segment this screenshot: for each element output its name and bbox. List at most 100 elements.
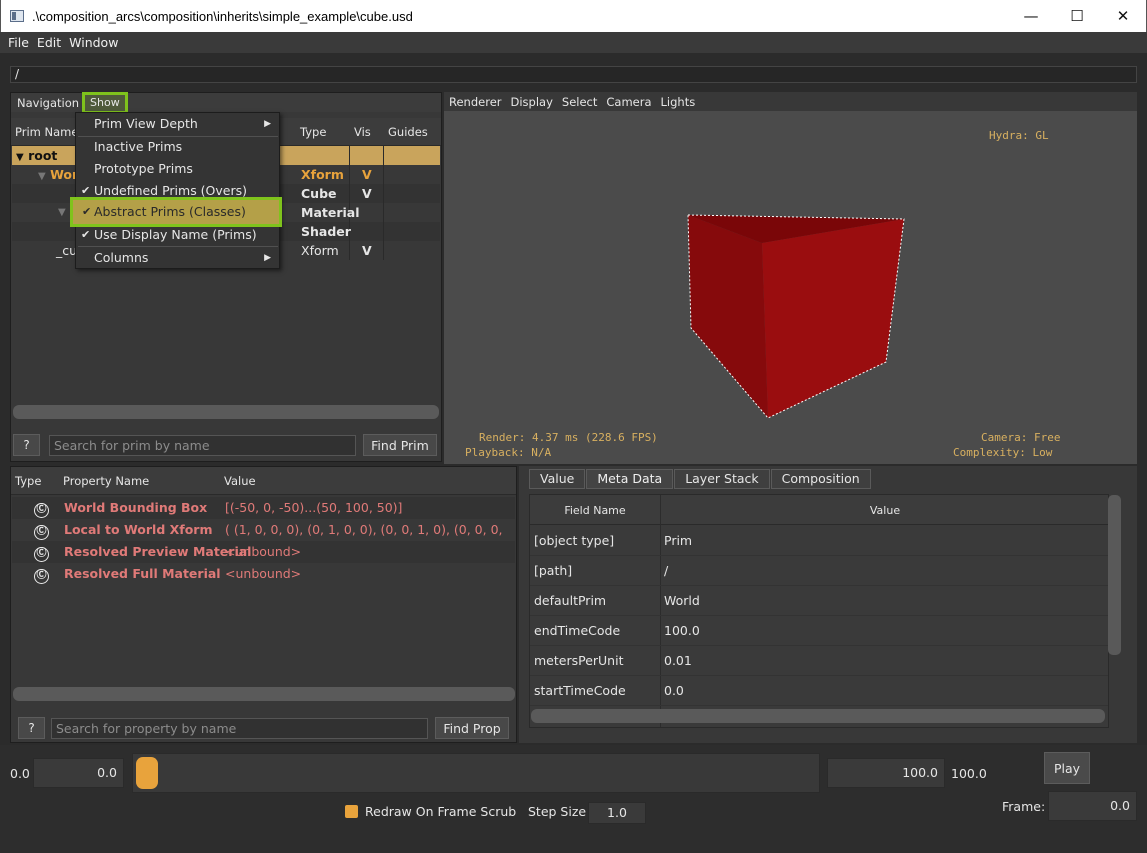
property-row[interactable]: Ⓒ Resolved Preview Material <unbound> (12, 541, 515, 563)
minimize-button[interactable]: — (1008, 0, 1054, 32)
property-search-bar: ? Search for property by name Find Prop (18, 717, 509, 739)
maximize-button[interactable]: ☐ (1054, 0, 1100, 32)
prim-vis[interactable]: V (350, 241, 384, 260)
computed-property-icon: Ⓒ (34, 547, 49, 562)
step-size-label: Step Size (528, 804, 587, 819)
range-start-label: 0.0 (10, 766, 30, 781)
property-panel: Type Property Name Value Ⓒ World Boundin… (10, 466, 517, 743)
prim-search-input[interactable]: Search for prim by name (49, 434, 356, 456)
window-title: .\composition_arcs\composition\inherits\… (32, 8, 413, 24)
metadata-row[interactable]: defaultPrim World (530, 586, 1108, 616)
frame-slider-track[interactable] (132, 753, 820, 793)
metadata-row[interactable]: endTimeCode 100.0 (530, 616, 1108, 646)
redraw-on-scrub-checkbox[interactable] (345, 805, 358, 818)
computed-property-icon: Ⓒ (34, 525, 49, 540)
tab-meta-data[interactable]: Meta Data (586, 469, 674, 489)
checkmark-icon: ✔ (81, 228, 91, 241)
complexity-label: Complexity: Low (953, 446, 1053, 459)
menu-item-abstract-prims[interactable]: ✔ Abstract Prims (Classes) (70, 197, 282, 227)
menu-edit[interactable]: Edit (37, 35, 61, 50)
prim-type: Material (297, 203, 360, 222)
frame-label: Frame: (1002, 799, 1046, 814)
metadata-row[interactable]: metersPerUnit 0.01 (530, 646, 1108, 676)
render-stats-label: Render: 4.37 ms (228.6 FPS) (479, 431, 658, 444)
navigation-menu[interactable]: Navigation (11, 96, 79, 110)
property-scrollbar[interactable] (13, 687, 515, 701)
column-guides[interactable]: Guides (388, 125, 428, 139)
property-search-input[interactable]: Search for property by name (51, 717, 428, 739)
title-bar: .\composition_arcs\composition\inherits\… (0, 0, 1147, 32)
prim-search-bar: ? Search for prim by name Find Prim (13, 433, 441, 457)
prim-type: Xform (297, 165, 350, 184)
prim-vis[interactable]: V (350, 165, 384, 184)
metadata-table-header: Field Name Value (530, 495, 1108, 525)
menu-item-use-display-name[interactable]: ✔ Use Display Name (Prims) (76, 224, 279, 246)
menu-item-columns[interactable]: Columns ▶ (76, 247, 279, 269)
submenu-arrow-icon: ▶ (264, 119, 271, 129)
show-menu-button[interactable]: Show (82, 91, 128, 114)
playback-stats-label: Playback: N/A (465, 446, 552, 459)
camera-mode-label: Camera: Free (981, 431, 1061, 444)
expand-arrow-icon[interactable]: ▼ (16, 152, 24, 163)
play-button[interactable]: Play (1044, 752, 1090, 784)
property-row[interactable]: Ⓒ Resolved Full Material <unbound> (12, 563, 515, 585)
prim-type: Xform (297, 241, 350, 260)
computed-property-icon: Ⓒ (34, 503, 49, 518)
metadata-row[interactable]: [path] / (530, 556, 1108, 586)
menu-file[interactable]: File (8, 35, 29, 50)
column-type[interactable]: Type (15, 474, 41, 488)
column-property-name[interactable]: Property Name (63, 474, 149, 488)
menu-item-prototype-prims[interactable]: Prototype Prims (76, 158, 279, 180)
prim-vis[interactable]: V (350, 184, 384, 203)
submenu-arrow-icon: ▶ (264, 253, 271, 263)
menu-item-inactive-prims[interactable]: Inactive Prims (76, 136, 279, 158)
cube-render (687, 214, 905, 419)
metadata-row[interactable]: [object type] Prim (530, 526, 1108, 556)
range-start-input[interactable]: 0.0 (33, 758, 124, 788)
column-value[interactable]: Value (224, 474, 256, 488)
prim-name: Wor (50, 167, 79, 182)
column-type[interactable]: Type (300, 125, 326, 139)
app-icon (10, 10, 24, 22)
checkmark-icon: ✔ (82, 205, 92, 218)
viewport-panel[interactable]: Renderer Display Select Camera Lights Hy… (444, 92, 1137, 464)
property-search-help-button[interactable]: ? (18, 717, 45, 739)
step-size-input[interactable]: 1.0 (588, 802, 646, 824)
column-field-name[interactable]: Field Name (530, 504, 660, 517)
prim-type: Shader (297, 222, 351, 241)
prim-name: root (28, 148, 58, 163)
attribute-inspector: Value Meta Data Layer Stack Composition … (519, 466, 1137, 743)
menu-item-prim-view-depth[interactable]: Prim View Depth ▶ (76, 113, 279, 135)
close-button[interactable]: ✕ (1100, 0, 1146, 32)
metadata-table: Field Name Value [object type] Prim [pat… (529, 494, 1109, 728)
column-value[interactable]: Value (660, 504, 1108, 517)
metadata-horizontal-scrollbar[interactable] (531, 709, 1105, 723)
prim-type: Cube (297, 184, 350, 203)
column-prim-name[interactable]: Prim Name (15, 125, 78, 139)
metadata-vertical-scrollbar[interactable] (1108, 495, 1121, 655)
inspector-tabs: Value Meta Data Layer Stack Composition (529, 469, 872, 489)
frame-slider-handle[interactable] (136, 757, 158, 789)
find-prop-button[interactable]: Find Prop (435, 717, 509, 739)
expand-arrow-icon[interactable]: ▼ (38, 171, 46, 182)
computed-property-icon: Ⓒ (34, 569, 49, 584)
property-row[interactable]: Ⓒ Local to World Xform ( (1, 0, 0, 0), (… (12, 519, 515, 559)
range-end-input[interactable]: 100.0 (827, 758, 945, 788)
redraw-on-scrub-label: Redraw On Frame Scrub (365, 804, 517, 819)
find-prim-button[interactable]: Find Prim (363, 434, 437, 456)
property-table-header: Type Property Name Value (11, 467, 516, 495)
tab-value[interactable]: Value (529, 469, 586, 489)
menu-bar: File Edit Window (0, 32, 1147, 53)
prim-path-field[interactable]: / (10, 66, 1137, 83)
tab-composition[interactable]: Composition (770, 469, 871, 489)
property-row[interactable]: Ⓒ World Bounding Box [(-50, 0, -50)...(5… (12, 497, 515, 519)
prim-search-help-button[interactable]: ? (13, 434, 40, 456)
menu-window[interactable]: Window (69, 35, 118, 50)
cube-left-face (688, 215, 768, 418)
column-vis[interactable]: Vis (354, 125, 371, 139)
frame-input[interactable]: 0.0 (1048, 791, 1137, 821)
range-end-label: 100.0 (951, 766, 987, 781)
prim-tree-scrollbar[interactable] (13, 405, 439, 419)
tab-layer-stack[interactable]: Layer Stack (674, 469, 770, 489)
metadata-row[interactable]: startTimeCode 0.0 (530, 676, 1108, 706)
